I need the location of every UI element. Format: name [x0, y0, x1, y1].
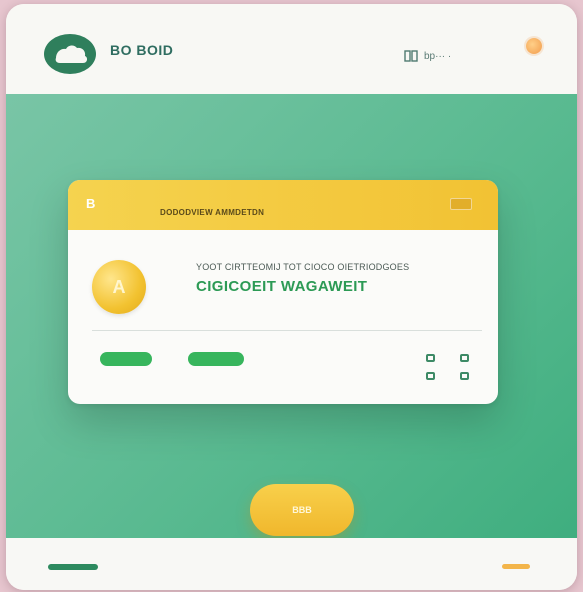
- avatar-dot-icon[interactable]: [526, 38, 542, 54]
- card-chip-icon[interactable]: [450, 198, 472, 210]
- footer-left-indicator[interactable]: [48, 564, 98, 570]
- secondary-action-button[interactable]: [188, 352, 244, 366]
- square-icon[interactable]: [460, 354, 469, 362]
- cta-button[interactable]: BBB: [250, 484, 354, 536]
- footer-right-indicator[interactable]: [502, 564, 530, 569]
- card-subtitle: DODODVIEW AMMDETDN: [160, 208, 265, 217]
- square-icon[interactable]: [460, 372, 469, 380]
- card-message: YOOT CIRTTEOMIJ TOT CIOCO OIETRIODGOES: [196, 262, 410, 272]
- top-bar: BO BOID bp··· ·: [6, 4, 577, 94]
- coin-symbol: A: [112, 276, 126, 297]
- brand-name: BO BOID: [110, 42, 174, 58]
- notification-card: B DODODVIEW AMMDETDN A YOOT CIRTTEOMIJ T…: [68, 180, 498, 404]
- square-icon[interactable]: [426, 354, 435, 362]
- coin-icon: A: [92, 260, 146, 314]
- footer-bar: [6, 538, 577, 590]
- card-divider: [92, 330, 482, 331]
- card-header: B DODODVIEW AMMDETDN: [68, 180, 498, 230]
- nav-link[interactable]: bp··· ·: [424, 51, 451, 62]
- primary-action-button[interactable]: [100, 352, 152, 366]
- square-icon[interactable]: [426, 372, 435, 380]
- top-nav[interactable]: bp··· ·: [404, 49, 451, 63]
- action-icons: [426, 354, 470, 380]
- card-tag: B: [86, 196, 96, 211]
- grid-icon[interactable]: [404, 49, 418, 63]
- app-window: BO BOID bp··· · B DODODVIEW AMMDETDN A Y…: [6, 4, 577, 590]
- card-headline: CIGICOEIT WAGAWEIT: [196, 278, 368, 295]
- cloud-logo-icon[interactable]: [42, 30, 98, 78]
